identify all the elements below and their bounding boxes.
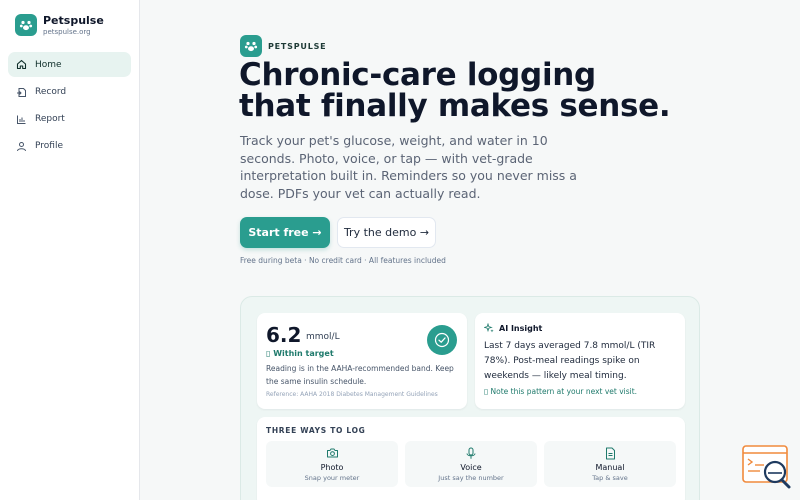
insight-body: Last 7 days averaged 7.8 mmol/L (TIR 78%… xyxy=(484,341,656,381)
status-badge: ▯ Within target xyxy=(266,349,334,358)
way-label: Manual xyxy=(595,463,625,472)
fine-print: Free during beta · No credit card · All … xyxy=(240,256,446,265)
way-hint: Snap your meter xyxy=(304,474,360,482)
reading-reference: Reference: AAHA 2018 Diabetes Management… xyxy=(266,391,438,398)
microphone-icon xyxy=(405,447,537,461)
ways-to-log-card: THREE WAYS TO LOG Photo Snap your meter … xyxy=(257,417,685,500)
sidebar-item-label: Home xyxy=(35,59,62,70)
eyebrow-label: PETSPULSE xyxy=(268,41,327,51)
paw-logo-icon xyxy=(15,14,37,36)
log-manual-option[interactable]: Manual Tap & save xyxy=(544,441,676,487)
home-icon xyxy=(16,59,27,70)
try-demo-button[interactable]: Try the demo → xyxy=(337,217,436,248)
paw-logo-icon xyxy=(240,35,262,57)
sidebar-item-report[interactable]: Report xyxy=(8,107,131,131)
sidebar-item-label: Report xyxy=(35,114,65,124)
help-widget-button[interactable] xyxy=(742,444,792,490)
sidebar-item-profile[interactable]: Profile xyxy=(8,134,131,158)
way-label: Voice xyxy=(460,463,482,472)
reading-card: 6.2 mmol/L ▯ Within target Reading is in… xyxy=(257,313,467,409)
start-free-button[interactable]: Start free → xyxy=(240,217,330,248)
sparkle-icon xyxy=(484,323,494,333)
log-voice-option[interactable]: Voice Just say the number xyxy=(405,441,537,487)
check-circle-icon xyxy=(427,325,457,355)
insight-note: ▯ Note this pattern at your next vet vis… xyxy=(484,387,638,396)
record-icon xyxy=(16,87,27,98)
reading-unit: mmol/L xyxy=(306,332,340,342)
document-icon xyxy=(544,447,676,461)
brand-name: Petspulse xyxy=(43,13,104,27)
brand[interactable]: Petspulse petspulse.org xyxy=(0,0,139,36)
sidebar-item-home[interactable]: Home xyxy=(8,52,131,77)
ways-title: THREE WAYS TO LOG xyxy=(266,426,366,435)
insight-title: AI Insight xyxy=(499,323,543,333)
way-label: Photo xyxy=(320,463,344,472)
insight-header: AI Insight xyxy=(484,323,542,333)
page-title: Chronic-care logging that finally makes … xyxy=(239,60,759,122)
chart-icon xyxy=(16,114,27,125)
app-preview: 6.2 mmol/L ▯ Within target Reading is in… xyxy=(240,296,700,500)
hero-eyebrow: PETSPULSE xyxy=(240,35,326,57)
hero-subtitle: Track your pet's glucose, weight, and wa… xyxy=(240,133,577,201)
brand-url: petspulse.org xyxy=(43,27,91,36)
sidebar-item-label: Profile xyxy=(35,141,63,151)
log-photo-option[interactable]: Photo Snap your meter xyxy=(266,441,398,487)
insight-card: AI Insight Last 7 days averaged 7.8 mmol… xyxy=(475,313,685,409)
reading-description: Reading is in the AAHA-recommended band.… xyxy=(266,364,454,386)
reading-value: 6.2 xyxy=(266,323,302,347)
way-hint: Just say the number xyxy=(438,474,504,482)
sidebar-item-label: Record xyxy=(35,87,67,97)
main-content: PETSPULSE Chronic-care logging that fina… xyxy=(140,0,800,500)
sidebar: Petspulse petspulse.org Home Record Repo… xyxy=(0,0,140,500)
sidebar-nav: Home Record Report Profile xyxy=(0,52,139,158)
sidebar-item-record[interactable]: Record xyxy=(8,80,131,104)
user-icon xyxy=(16,141,27,152)
camera-icon xyxy=(266,447,398,461)
way-hint: Tap & save xyxy=(592,474,628,482)
title-line-2: that finally makes sense. xyxy=(239,88,671,124)
search-terminal-icon xyxy=(742,445,791,489)
